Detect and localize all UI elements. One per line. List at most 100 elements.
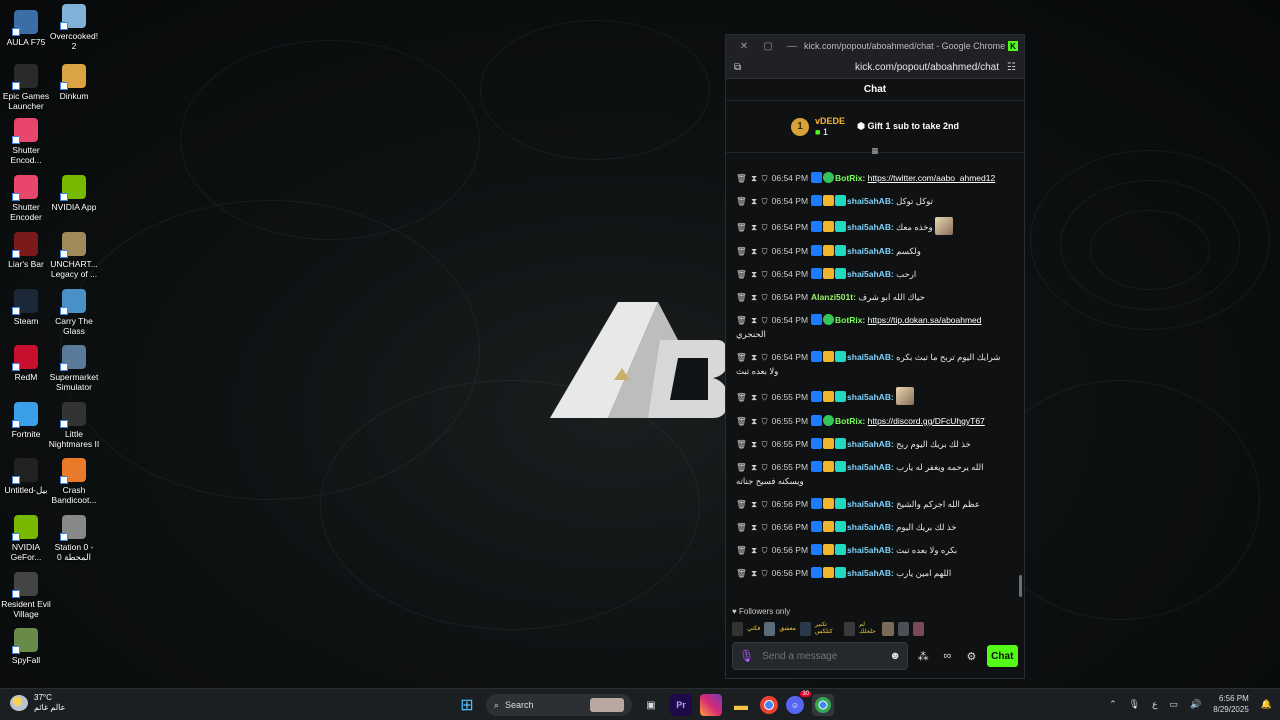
timeout-icon[interactable]: ⧗: [751, 568, 758, 578]
maximize-icon[interactable]: ▢: [756, 41, 780, 52]
microphone-icon[interactable]: 🎙: [739, 649, 754, 663]
desktop-icon[interactable]: Dinkum: [48, 64, 100, 101]
desktop-icon[interactable]: RedM: [0, 345, 52, 382]
chat-username[interactable]: shai5ahAB: [847, 246, 891, 256]
delete-icon[interactable]: 🗑: [736, 522, 748, 532]
ban-shield-icon[interactable]: ⛉: [762, 222, 769, 232]
chrome-icon[interactable]: [760, 696, 778, 714]
delete-icon[interactable]: 🗑: [736, 439, 748, 449]
quick-emotes-icon[interactable]: ⁂: [914, 650, 932, 663]
timeout-icon[interactable]: ⧗: [751, 439, 758, 449]
emote-thumb-icon[interactable]: [799, 622, 812, 636]
timeout-icon[interactable]: ⧗: [751, 246, 758, 256]
chat-username[interactable]: shai5ahAB: [847, 568, 891, 578]
emote-thumb-icon[interactable]: [882, 622, 894, 636]
ban-shield-icon[interactable]: ⛉: [762, 416, 769, 426]
delete-icon[interactable]: 🗑: [736, 416, 748, 426]
desktop-icon[interactable]: NVIDIA GeFor...: [0, 515, 52, 562]
file-explorer-icon[interactable]: ▬: [730, 694, 752, 716]
infinity-icon[interactable]: ∞: [938, 650, 956, 662]
chat-username[interactable]: shai5ahAB: [847, 439, 891, 449]
chat-username[interactable]: shai5ahAB: [847, 499, 891, 509]
volume-icon[interactable]: 🔊: [1190, 699, 1201, 710]
gift-sub-button[interactable]: ⬢ Gift 1 sub to take 2nd: [857, 121, 959, 132]
delete-icon[interactable]: 🗑: [736, 315, 748, 325]
timeout-icon[interactable]: ⧗: [751, 522, 758, 532]
desktop-icon[interactable]: Overcooked! 2: [48, 4, 100, 51]
notification-bell-icon[interactable]: 🔔: [1261, 699, 1272, 710]
emote-thumb-icon[interactable]: [912, 622, 924, 636]
desktop-icon[interactable]: Steam: [0, 289, 52, 326]
chat-scrollbar[interactable]: [1019, 575, 1022, 597]
windows-start-icon[interactable]: ⊞: [456, 694, 478, 716]
desktop-icon[interactable]: SpyFall: [0, 628, 52, 665]
timeout-icon[interactable]: ⧗: [751, 499, 758, 509]
url-text[interactable]: kick.com/popout/aboahmed/chat: [741, 62, 1007, 73]
chat-username[interactable]: BotRix: [835, 416, 862, 426]
task-view-icon[interactable]: ▣: [640, 694, 662, 716]
minimize-icon[interactable]: —: [780, 41, 804, 52]
desktop-icon[interactable]: Shutter Encod...: [0, 118, 52, 165]
desktop-icon[interactable]: AULA F75: [0, 10, 52, 47]
timeout-icon[interactable]: ⧗: [751, 269, 758, 279]
desktop-icon[interactable]: Resident Evil Village: [0, 572, 52, 619]
settings-gear-icon[interactable]: ⚙: [962, 650, 980, 663]
timeout-icon[interactable]: ⧗: [751, 462, 758, 472]
desktop-icon[interactable]: Epic Games Launcher: [0, 64, 52, 111]
top-gifter[interactable]: vDEDE ■ 1: [815, 116, 845, 138]
desktop-icon[interactable]: Little Nightmares II: [48, 402, 100, 449]
ban-shield-icon[interactable]: ⛉: [762, 568, 769, 578]
delete-icon[interactable]: 🗑: [736, 568, 748, 578]
microphone-tray-icon[interactable]: 🎙: [1129, 699, 1140, 710]
chat-username[interactable]: shai5ahAB: [847, 269, 891, 279]
delete-icon[interactable]: 🗑: [736, 545, 748, 555]
chat-username[interactable]: BotRix: [835, 173, 862, 183]
chat-username[interactable]: shai5ahAB: [847, 392, 891, 402]
delete-icon[interactable]: 🗑: [736, 222, 748, 232]
desktop-icon[interactable]: Untitled-بيل: [0, 458, 52, 495]
ban-shield-icon[interactable]: ⛉: [762, 315, 769, 325]
timeout-icon[interactable]: ⧗: [751, 545, 758, 555]
chat-username[interactable]: BotRix: [835, 315, 862, 325]
emote-thumb-icon[interactable]: [732, 622, 744, 636]
tune-icon[interactable]: ☷: [1007, 62, 1016, 73]
chat-username[interactable]: shai5ahAB: [847, 462, 891, 472]
emote-thumb-icon[interactable]: [764, 622, 776, 636]
timeout-icon[interactable]: ⧗: [751, 173, 758, 183]
instagram-icon[interactable]: [700, 694, 722, 716]
ban-shield-icon[interactable]: ⛉: [762, 173, 769, 183]
timeout-icon[interactable]: ⧗: [751, 292, 758, 302]
delete-icon[interactable]: 🗑: [736, 173, 748, 183]
desktop-icon[interactable]: Liar's Bar: [0, 232, 52, 269]
timeout-icon[interactable]: ⧗: [751, 222, 758, 232]
desktop-icon[interactable]: Carry The Glass: [48, 289, 100, 336]
ban-shield-icon[interactable]: ⛉: [762, 352, 769, 362]
desktop-icon[interactable]: Shutter Encoder: [0, 175, 52, 222]
delete-icon[interactable]: 🗑: [736, 292, 748, 302]
chrome-active-icon[interactable]: [812, 694, 834, 716]
clock[interactable]: 6:56 PM 8/29/2025: [1213, 693, 1249, 715]
timeout-icon[interactable]: ⧗: [751, 392, 758, 402]
ban-shield-icon[interactable]: ⛉: [762, 439, 769, 449]
desktop-icon[interactable]: Fortnite: [0, 402, 52, 439]
delete-icon[interactable]: 🗑: [736, 246, 748, 256]
filter-icon[interactable]: ≡: [871, 144, 878, 158]
timeout-icon[interactable]: ⧗: [751, 352, 758, 362]
delete-icon[interactable]: 🗑: [736, 499, 748, 509]
desktop-icon[interactable]: Crash Bandicoot...: [48, 458, 100, 505]
weather-widget[interactable]: 37°C عالم غائم: [10, 693, 65, 713]
ban-shield-icon[interactable]: ⛉: [762, 462, 769, 472]
discord-icon[interactable]: ☺ 30: [786, 691, 811, 714]
chat-username[interactable]: shai5ahAB: [847, 222, 891, 232]
ban-shield-icon[interactable]: ⛉: [762, 499, 769, 509]
send-chat-button[interactable]: Chat: [986, 645, 1018, 667]
chat-input[interactable]: [762, 650, 882, 662]
ban-shield-icon[interactable]: ⛉: [762, 269, 769, 279]
message-link[interactable]: https://tip.dokan.sa/aboahmed: [868, 315, 982, 325]
chat-username[interactable]: shai5ahAB: [847, 352, 891, 362]
network-icon[interactable]: ▭: [1169, 699, 1178, 710]
delete-icon[interactable]: 🗑: [736, 196, 748, 206]
emote-thumb-icon[interactable]: [843, 622, 856, 636]
timeout-icon[interactable]: ⧗: [751, 416, 758, 426]
ban-shield-icon[interactable]: ⛉: [762, 545, 769, 555]
